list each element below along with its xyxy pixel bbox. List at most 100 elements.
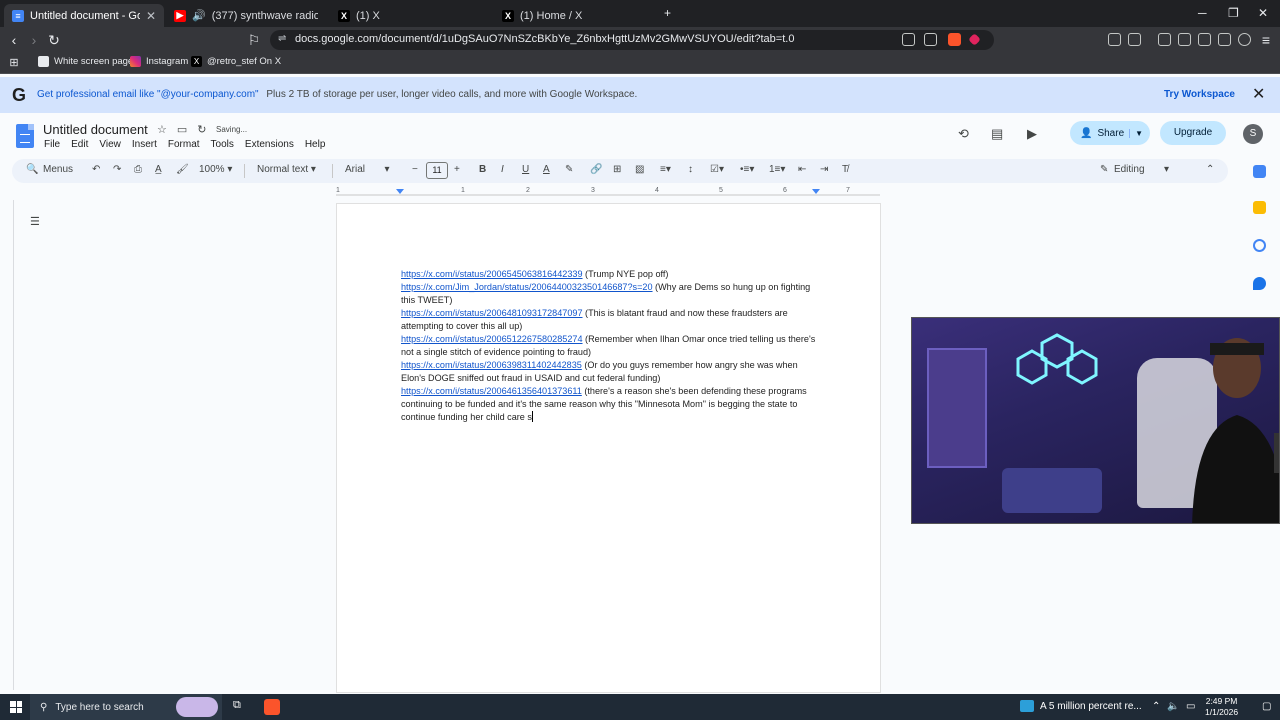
close-banner-icon[interactable]: ✕ [1252,84,1265,104]
menu-view[interactable]: View [99,139,121,150]
close-window-icon[interactable]: ✕ [1258,6,1268,20]
extensions-icon[interactable] [1108,33,1121,46]
notifications-icon[interactable]: ▢ [1262,701,1271,712]
redo-icon[interactable]: ↷ [113,164,121,175]
version-history-icon[interactable]: ⟲ [958,126,969,142]
collapse-menus-icon[interactable]: ⌃ [1206,164,1214,175]
bookmark-retro-stef[interactable]: X @retro_stef On X [191,56,281,67]
decrease-font-icon[interactable]: − [412,164,418,175]
speaker-icon[interactable]: 🔈 [1167,701,1179,712]
news-widget[interactable]: A 5 million percent re... [1020,700,1142,712]
align-icon[interactable]: ≡▾ [660,164,671,175]
menu-edit[interactable]: Edit [71,139,88,150]
forward-icon[interactable]: › [26,32,42,48]
chevron-up-icon[interactable]: ⌃ [1152,701,1160,712]
checklist-icon[interactable]: ☑▾ [710,164,724,175]
menu-format[interactable]: Format [168,139,200,150]
menu-help[interactable]: Help [305,139,326,150]
increase-font-icon[interactable]: + [454,164,460,175]
windows-start-icon[interactable] [10,701,22,713]
task-view-icon[interactable]: ⧉ [233,699,249,715]
apps-grid-icon[interactable]: ⊞ [6,55,22,71]
calendar-icon[interactable] [1253,165,1266,178]
bold-icon[interactable]: B [479,164,486,175]
tweet-link[interactable]: https://x.com/i/status/20064810931728470… [401,308,583,318]
network-icon[interactable]: ▭ [1186,701,1195,712]
document-page[interactable]: https://x.com/i/status/20065450638164423… [336,203,881,693]
tab-google-docs[interactable]: ≡ Untitled document - Google Docs ✕ [4,4,164,27]
tab-youtube[interactable]: ▶ 🔊 (377) synthwave radio 🌌 beats to [166,4,326,27]
print-icon[interactable]: ⎙ [134,164,142,175]
undo-icon[interactable]: ↶ [92,164,100,175]
document-body[interactable]: https://x.com/i/status/20065450638164423… [401,268,821,424]
tweet-link[interactable]: https://x.com/i/status/20063983114024428… [401,360,582,370]
insert-image-icon[interactable]: ▨ [635,164,644,175]
bookmark-white-screen[interactable]: White screen page [38,56,133,67]
menu-file[interactable]: File [44,139,60,150]
minimize-icon[interactable]: ─ [1198,6,1207,20]
menu-tools[interactable]: Tools [211,139,234,150]
menu-icon[interactable]: ≡ [1258,32,1274,48]
search-icon[interactable]: 🔍 [26,164,38,175]
font-size-input[interactable]: 11 [426,162,448,179]
underline-icon[interactable]: U [522,164,529,175]
editing-mode-select[interactable]: ✎ Editing ▾ [1100,164,1169,175]
bulleted-list-icon[interactable]: •≡▾ [740,164,754,175]
address-bar[interactable]: ⇌ docs.google.com/document/d/1uDgSAuO7Nn… [270,30,994,50]
star-icon[interactable]: ☆ [157,123,167,136]
menus-search[interactable]: Menus [43,164,73,175]
tab-x[interactable]: X (1) X [330,4,490,27]
comments-icon[interactable]: ▤ [991,126,1003,142]
menu-extensions[interactable]: Extensions [245,139,294,150]
sidebar-icon[interactable] [1178,33,1191,46]
style-select[interactable]: Normal text ▾ [257,164,316,175]
link-icon[interactable]: 🔗 [590,164,602,175]
tab-x-home[interactable]: X (1) Home / X [494,4,654,27]
install-app-icon[interactable] [902,33,915,46]
increase-indent-icon[interactable]: ⇥ [820,164,828,175]
add-comment-icon[interactable]: ⊞ [613,164,621,175]
system-clock[interactable]: 2:49 PM 1/1/2026 [1205,696,1238,718]
try-workspace-link[interactable]: Try Workspace [1164,89,1235,100]
spellcheck-icon[interactable]: A̲ [155,164,162,175]
bookmark-icon[interactable]: ⚐ [246,32,262,48]
line-spacing-icon[interactable]: ↕ [688,164,693,175]
decrease-indent-icon[interactable]: ⇤ [798,164,806,175]
back-icon[interactable]: ‹ [6,32,22,48]
share-button[interactable]: 👤 Share ▼ [1070,121,1150,145]
maps-icon[interactable] [1253,277,1266,290]
avatar[interactable]: S [1243,124,1263,144]
close-tab-icon[interactable]: ✕ [146,9,156,23]
upgrade-button[interactable]: Upgrade [1160,121,1226,145]
share-page-icon[interactable] [924,33,937,46]
wallet-icon[interactable] [1128,33,1141,46]
clear-formatting-icon[interactable]: T̸ [842,164,848,175]
meet-icon[interactable]: ▶ [1027,126,1037,142]
paint-format-icon[interactable]: 🖌 [176,164,189,175]
bookmark-instagram[interactable]: Instagram [130,56,188,67]
text-color-icon[interactable]: A [543,164,550,175]
document-title[interactable]: Untitled document [43,122,148,137]
media-icon[interactable] [1158,33,1171,46]
site-info-icon[interactable]: ⇌ [278,33,286,44]
chevron-down-icon[interactable]: ▼ [1129,128,1143,138]
tabs-icon[interactable] [1198,33,1211,46]
brave-shields-icon[interactable] [948,33,961,46]
wallet-card-icon[interactable] [1218,33,1231,46]
tweet-link[interactable]: https://x.com/i/status/20065450638164423… [401,269,583,279]
zoom-select[interactable]: 100% ▾ [199,164,232,175]
tweet-link[interactable]: https://x.com/i/status/20064613564013736… [401,386,582,396]
tweet-link[interactable]: https://x.com/i/status/20065122675802852… [401,334,583,344]
font-select[interactable]: Arial ▾ [345,164,389,175]
docs-logo-icon[interactable] [16,124,34,148]
move-folder-icon[interactable]: ▭ [177,123,187,136]
vpn-icon[interactable] [1238,33,1251,46]
restore-icon[interactable]: ❐ [1228,6,1239,20]
tweet-link[interactable]: https://x.com/Jim_Jordan/status/20064400… [401,282,653,292]
tasks-icon[interactable] [1253,239,1266,252]
highlight-icon[interactable]: ✎ [565,164,573,175]
numbered-list-icon[interactable]: 1≡▾ [769,164,785,175]
keep-icon[interactable] [1253,201,1266,214]
new-tab-button[interactable]: + [664,6,671,20]
document-outline-icon[interactable]: ☰ [30,215,40,228]
